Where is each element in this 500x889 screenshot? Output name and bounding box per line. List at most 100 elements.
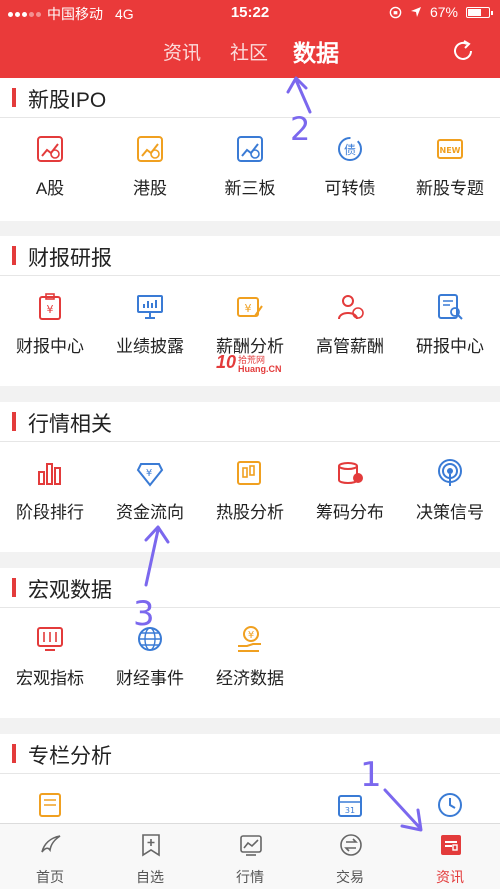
data-entry-item[interactable]: 港股 bbox=[100, 126, 200, 206]
executive-person-icon bbox=[338, 295, 364, 320]
section-column-analysis: 专栏分析 31 bbox=[0, 734, 500, 823]
data-entry-label: 经济数据 bbox=[216, 669, 284, 688]
data-entry-item[interactable]: 高管薪酬 bbox=[300, 284, 400, 364]
hand-yen-icon: ¥ bbox=[238, 626, 261, 652]
nav-watchlist-label: 自选 bbox=[136, 869, 164, 885]
data-entry-item[interactable]: ¥ 经济数据 bbox=[200, 616, 300, 696]
data-entry-label: 财经事件 bbox=[116, 669, 184, 688]
data-entry-label: 新股专题 bbox=[416, 179, 484, 198]
clipboard-yuan-icon: ¥ bbox=[39, 293, 61, 320]
section-accent-bar bbox=[12, 412, 16, 431]
tab-community[interactable]: 社区 bbox=[230, 38, 268, 65]
candlestick-edit-icon bbox=[237, 461, 261, 485]
data-entry-label: 业绩披露 bbox=[116, 337, 184, 356]
section-new-ipo: 新股IPO A股 港股 新三板债 可转债 NEW 新股专题 bbox=[0, 78, 500, 221]
svg-text:¥: ¥ bbox=[245, 302, 252, 315]
data-entry-item[interactable]: 热股分析 bbox=[200, 450, 300, 530]
data-entry-item[interactable]: NEW 新股专题 bbox=[400, 126, 500, 206]
status-right: 67% bbox=[389, 4, 493, 20]
data-entry-label: 高管薪酬 bbox=[316, 337, 384, 356]
section-macro: 宏观数据 宏观指标 财经事件 ¥ 经济数据 bbox=[0, 568, 500, 718]
data-entry-item[interactable] bbox=[400, 782, 500, 823]
data-entry-label: 热股分析 bbox=[216, 503, 284, 522]
svg-text:债: 债 bbox=[344, 143, 356, 157]
section-header: 新股IPO bbox=[0, 78, 500, 118]
nav-market-label: 行情 bbox=[236, 869, 264, 885]
data-entry-item[interactable]: 宏观指标 bbox=[0, 616, 100, 696]
data-entry-label: 阶段排行 bbox=[16, 503, 84, 522]
svg-text:¥: ¥ bbox=[146, 468, 152, 479]
watermark-number: 10 bbox=[216, 352, 237, 372]
data-entry-item[interactable]: ¥ 财报中心 bbox=[0, 284, 100, 364]
orientation-lock-icon bbox=[389, 6, 402, 18]
bar-ranking-icon bbox=[38, 463, 61, 485]
home-swoosh-icon bbox=[41, 835, 61, 853]
hk-stock-chart-icon bbox=[137, 136, 163, 162]
data-entry-item[interactable] bbox=[200, 782, 300, 823]
exchange-arrows-icon bbox=[340, 834, 362, 856]
top-tabs: 资讯 社区 数据 bbox=[0, 34, 500, 70]
data-entry-item[interactable]: 新三板 bbox=[200, 126, 300, 206]
svg-text:¥: ¥ bbox=[248, 630, 254, 641]
data-entry-label: 宏观指标 bbox=[16, 669, 84, 688]
data-entry-item[interactable]: 阶段排行 bbox=[0, 450, 100, 530]
svg-text:NEW: NEW bbox=[440, 146, 461, 155]
data-entry-label: 港股 bbox=[133, 179, 167, 198]
data-entry-item[interactable]: 决策信号 bbox=[400, 450, 500, 530]
data-entry-label: 筹码分布 bbox=[316, 503, 384, 522]
data-entry-item[interactable]: 31 bbox=[300, 782, 400, 823]
new-third-board-icon bbox=[237, 136, 263, 162]
data-entry-item[interactable]: 业绩披露 bbox=[100, 284, 200, 364]
nav-home[interactable]: 首页 bbox=[0, 824, 100, 889]
bottom-nav: 首页 自选 行情 交易 资讯 bbox=[0, 823, 500, 889]
nav-watchlist[interactable]: 自选 bbox=[100, 824, 200, 889]
document-search-icon bbox=[438, 294, 463, 320]
status-bar: 中国移动 4G 15:22 67% bbox=[0, 0, 500, 26]
column-calendar-icon: 31 bbox=[338, 795, 362, 817]
data-entry-label: 资金流向 bbox=[116, 503, 184, 522]
refresh-icon[interactable] bbox=[450, 38, 476, 64]
section-accent-bar bbox=[12, 88, 16, 107]
data-entry-item[interactable]: 筹码分布 bbox=[300, 450, 400, 530]
globe-yen-icon bbox=[138, 627, 162, 651]
money-flow-icon: ¥ bbox=[136, 463, 164, 487]
column-blank-icon bbox=[135, 790, 165, 820]
data-content: 新股IPO A股 港股 新三板债 可转债 NEW 新股专题 财报研报 ¥ 财报中心 … bbox=[0, 78, 500, 823]
battery-percent: 67% bbox=[429, 4, 458, 20]
new-stock-ticket-icon: NEW bbox=[437, 139, 463, 159]
svg-text:31: 31 bbox=[345, 806, 355, 815]
tab-data[interactable]: 数据 bbox=[293, 34, 339, 68]
section-title: 财报研报 bbox=[28, 247, 112, 270]
data-entry-label: 财报中心 bbox=[16, 337, 84, 356]
nav-market[interactable]: 行情 bbox=[200, 824, 300, 889]
line-chart-icon bbox=[240, 835, 262, 856]
battery-fill bbox=[468, 8, 482, 16]
section-accent-bar bbox=[12, 744, 16, 763]
presentation-chart-icon bbox=[137, 295, 163, 319]
data-entry-label: 新三板 bbox=[224, 179, 276, 198]
section-accent-bar bbox=[12, 578, 16, 597]
data-entry-item[interactable]: ¥ 资金流向 bbox=[100, 450, 200, 530]
svg-text:¥: ¥ bbox=[47, 303, 54, 316]
data-entry-item[interactable]: 财经事件 bbox=[100, 616, 200, 696]
section-title: 新股IPO bbox=[28, 89, 107, 112]
data-entry-item[interactable]: 研报中心 bbox=[400, 284, 500, 364]
section-header: 专栏分析 bbox=[0, 734, 500, 774]
data-entry-item[interactable]: 债 可转债 bbox=[300, 126, 400, 206]
section-market: 行情相关 阶段排行 ¥ 资金流向 热股分析 筹码分布 决策信号 bbox=[0, 402, 500, 552]
salary-edit-icon: ¥ bbox=[237, 297, 263, 317]
column-clock-icon bbox=[438, 793, 462, 817]
section-title: 行情相关 bbox=[28, 413, 112, 436]
data-entry-item[interactable]: A股 bbox=[0, 126, 100, 206]
news-icon bbox=[441, 835, 461, 855]
section-title: 专栏分析 bbox=[28, 745, 112, 768]
convertible-bond-icon: 债 bbox=[338, 137, 362, 161]
data-entry-item[interactable] bbox=[0, 782, 100, 823]
tab-news[interactable]: 资讯 bbox=[163, 38, 201, 65]
nav-news[interactable]: 资讯 bbox=[400, 824, 500, 889]
section-header: 宏观数据 bbox=[0, 568, 500, 608]
nav-news-label: 资讯 bbox=[436, 869, 464, 885]
nav-trade[interactable]: 交易 bbox=[300, 824, 400, 889]
data-entry-item[interactable] bbox=[100, 782, 200, 823]
section-header: 行情相关 bbox=[0, 402, 500, 442]
